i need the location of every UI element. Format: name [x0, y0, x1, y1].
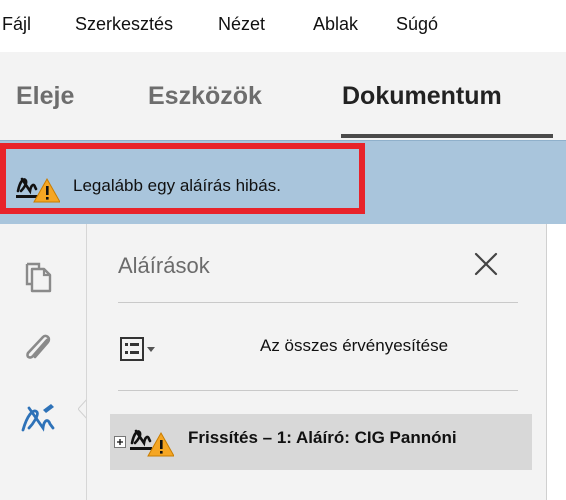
- menu-file[interactable]: Fájl: [2, 14, 31, 35]
- menu-edit[interactable]: Szerkesztés: [75, 14, 173, 35]
- close-icon[interactable]: [468, 246, 504, 282]
- signature-list-item[interactable]: Frissítés – 1: Aláíró: CIG Pannóni: [110, 414, 532, 470]
- menu-view[interactable]: Nézet: [218, 14, 265, 35]
- tab-document[interactable]: Dokumentum: [342, 82, 502, 111]
- tab-home[interactable]: Eleje: [16, 82, 74, 111]
- validate-all-button[interactable]: Az összes érvényesítése: [260, 336, 448, 356]
- panel-divider-top: [118, 302, 518, 303]
- menu-bar: Fájl Szerkesztés Nézet Ablak Súgó: [0, 0, 566, 52]
- attachment-icon[interactable]: [19, 330, 57, 368]
- signature-pen-icon[interactable]: [19, 400, 57, 438]
- signature-warning-icon: [130, 429, 174, 457]
- panel-divider-bottom: [118, 390, 518, 391]
- menu-help[interactable]: Súgó: [396, 14, 438, 35]
- signature-label: Frissítés – 1: Aláíró: CIG Pannóni: [188, 428, 457, 447]
- panel-title: Aláírások: [118, 253, 210, 278]
- tab-tools[interactable]: Eszközök: [148, 82, 262, 111]
- toolbar-tabs: Eleje Eszközök Dokumentum: [0, 52, 566, 140]
- list-options-icon[interactable]: [118, 330, 158, 368]
- expand-icon[interactable]: [114, 436, 126, 448]
- document-area-edge: [546, 224, 566, 500]
- notification-highlight-box: [0, 143, 365, 214]
- active-tab-indicator: [341, 134, 553, 138]
- menu-window[interactable]: Ablak: [313, 14, 358, 35]
- pages-icon[interactable]: [19, 258, 57, 296]
